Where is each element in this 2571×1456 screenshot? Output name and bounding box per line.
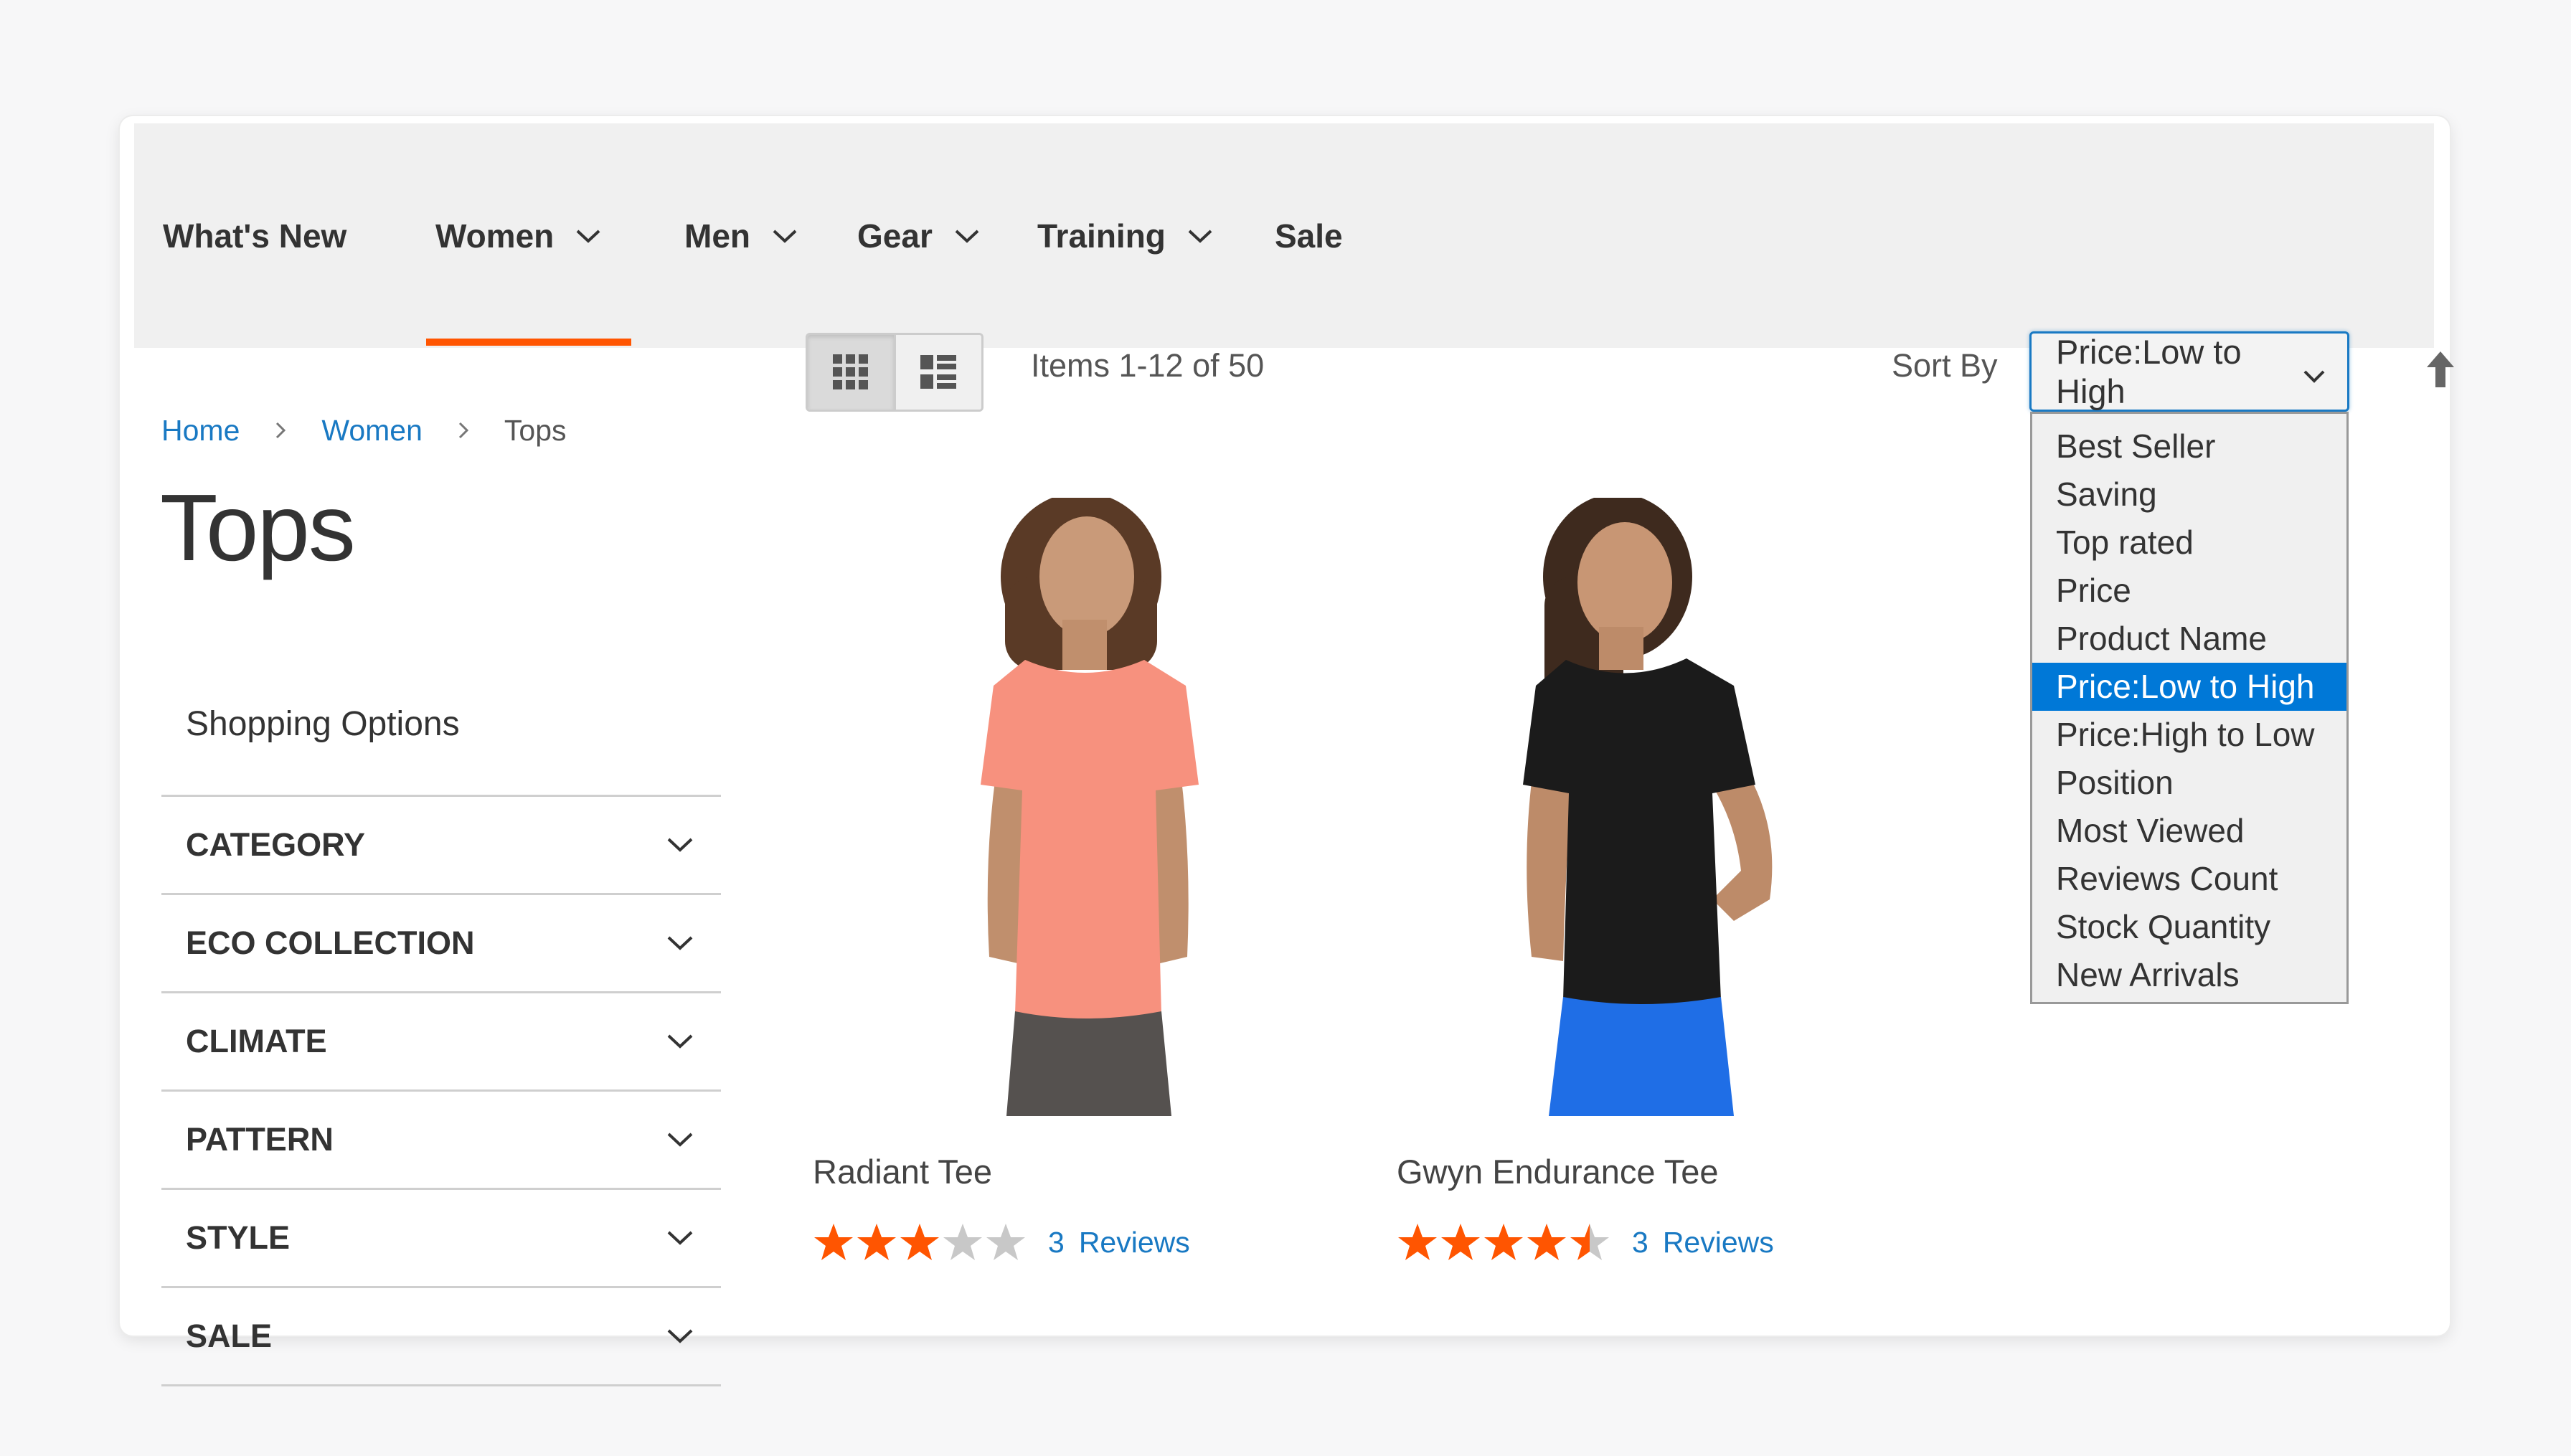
nav-item-men[interactable]: Men <box>684 123 798 348</box>
sort-option-most-viewed[interactable]: Most Viewed <box>2032 807 2346 855</box>
nav-item-women[interactable]: Women <box>435 123 601 348</box>
nav-item-label: Gear <box>857 217 933 255</box>
sort-option-product-name[interactable]: Product Name <box>2032 615 2346 663</box>
sort-option-saving[interactable]: Saving <box>2032 471 2346 519</box>
chevron-down-icon <box>666 935 694 952</box>
product-rating: 3 Reviews <box>1397 1222 1774 1262</box>
reviews-count: 3 <box>1632 1225 1648 1259</box>
chevron-down-icon <box>666 1033 694 1050</box>
filter-pattern[interactable]: PATTERN <box>161 1092 721 1190</box>
sort-direction-button[interactable] <box>2425 350 2456 389</box>
star-icon <box>943 1224 982 1260</box>
star-icon <box>1441 1224 1480 1260</box>
star-icon <box>1398 1224 1437 1260</box>
product-card: Gwyn Endurance Tee 3 Reviews <box>1397 498 1913 1260</box>
sort-option-stock-quantity[interactable]: Stock Quantity <box>2032 903 2346 951</box>
reviews-link[interactable]: 3 Reviews <box>1048 1226 1190 1259</box>
page-card: What's New Women Men Gear Training Sale … <box>120 116 2454 1386</box>
star-icon <box>814 1224 853 1260</box>
nav-item-training[interactable]: Training <box>1037 123 1213 348</box>
reviews-count: 3 <box>1048 1225 1065 1259</box>
sort-option-price-low-to-high[interactable]: Price:Low to High <box>2032 663 2346 711</box>
star-icon <box>900 1224 939 1260</box>
filter-label: STYLE <box>186 1219 291 1256</box>
star-icon <box>1484 1224 1523 1260</box>
nav-item-sale[interactable]: Sale <box>1275 123 1343 348</box>
chevron-down-icon <box>954 228 980 244</box>
breadcrumb-home[interactable]: Home <box>161 414 240 448</box>
rating-stars <box>1397 1222 1610 1262</box>
sort-option-price[interactable]: Price <box>2032 567 2346 615</box>
chevron-right-icon <box>274 420 287 440</box>
sort-by-select[interactable]: Price:Low to High <box>2029 331 2349 412</box>
chevron-down-icon <box>666 1229 694 1247</box>
filter-eco-collection[interactable]: ECO COLLECTION <box>161 895 721 993</box>
sort-selected-value: Price:Low to High <box>2056 333 2242 410</box>
items-count: Items 1-12 of 50 <box>1031 347 1265 384</box>
nav-item-label: Training <box>1037 217 1166 255</box>
filter-label: ECO COLLECTION <box>186 925 475 961</box>
star-icon <box>1570 1224 1609 1260</box>
view-mode-toggle <box>806 333 983 412</box>
nav-item-whats-new[interactable]: What's New <box>163 123 346 348</box>
main-navigation: What's New Women Men Gear Training Sale <box>134 123 2434 348</box>
filter-label: PATTERN <box>186 1121 334 1158</box>
filter-label: SALE <box>186 1318 273 1354</box>
filter-style[interactable]: STYLE <box>161 1190 721 1288</box>
product-rating: 3 Reviews <box>813 1222 1190 1262</box>
sort-option-price-high-to-low[interactable]: Price:High to Low <box>2032 711 2346 759</box>
product-image[interactable] <box>1397 498 1913 1116</box>
filter-label: CLIMATE <box>186 1023 327 1059</box>
chevron-down-icon <box>1187 228 1213 244</box>
chevron-down-icon <box>772 228 798 244</box>
list-view-icon <box>920 355 957 389</box>
filter-label: CATEGORY <box>186 826 366 863</box>
breadcrumb: Home Women Tops <box>161 400 567 460</box>
nav-item-label: Women <box>435 217 555 255</box>
chevron-down-icon <box>2303 352 2326 392</box>
chevron-right-icon <box>457 420 470 440</box>
list-view-button[interactable] <box>893 335 981 410</box>
chevron-down-icon <box>666 1328 694 1345</box>
star-icon <box>1527 1224 1566 1260</box>
filter-list: CATEGORY ECO COLLECTION CLIMATE PATTERN … <box>161 795 721 1386</box>
chevron-down-icon <box>666 836 694 854</box>
product-image[interactable] <box>813 498 1329 1116</box>
filter-sale[interactable]: SALE <box>161 1288 721 1386</box>
sort-option-new-arrivals[interactable]: New Arrivals <box>2032 951 2346 999</box>
sort-by-label: Sort By <box>1892 347 1998 384</box>
nav-item-label: What's New <box>163 217 347 255</box>
grid-view-button[interactable] <box>808 335 894 410</box>
product-name[interactable]: Gwyn Endurance Tee <box>1397 1152 1719 1191</box>
nav-item-label: Men <box>684 217 750 255</box>
nav-item-label: Sale <box>1275 217 1343 255</box>
arrow-up-icon <box>2427 351 2454 387</box>
star-icon <box>986 1224 1025 1260</box>
sort-options-dropdown: Best Seller Saving Top rated Price Produ… <box>2030 412 2349 1004</box>
breadcrumb-current: Tops <box>504 413 567 447</box>
reviews-label: Reviews <box>1662 1225 1774 1259</box>
filter-climate[interactable]: CLIMATE <box>161 993 721 1092</box>
chevron-down-icon <box>575 228 601 244</box>
product-name[interactable]: Radiant Tee <box>813 1152 992 1191</box>
sort-option-reviews-count[interactable]: Reviews Count <box>2032 855 2346 903</box>
grid-view-icon <box>832 354 868 389</box>
page-title: Tops <box>160 475 356 580</box>
sort-option-best-seller[interactable]: Best Seller <box>2032 422 2346 471</box>
chevron-down-icon <box>666 1131 694 1148</box>
reviews-label: Reviews <box>1078 1225 1190 1259</box>
nav-active-indicator <box>426 339 631 346</box>
star-icon <box>857 1224 896 1260</box>
reviews-link[interactable]: 3 Reviews <box>1632 1226 1774 1259</box>
shopping-options-heading: Shopping Options <box>186 705 460 743</box>
product-card: Radiant Tee 3 Reviews <box>813 498 1329 1260</box>
sort-option-position[interactable]: Position <box>2032 759 2346 807</box>
breadcrumb-women[interactable]: Women <box>321 414 423 448</box>
rating-stars <box>813 1222 1027 1262</box>
sort-option-top-rated[interactable]: Top rated <box>2032 519 2346 567</box>
filter-category[interactable]: CATEGORY <box>161 797 721 895</box>
nav-item-gear[interactable]: Gear <box>857 123 980 348</box>
